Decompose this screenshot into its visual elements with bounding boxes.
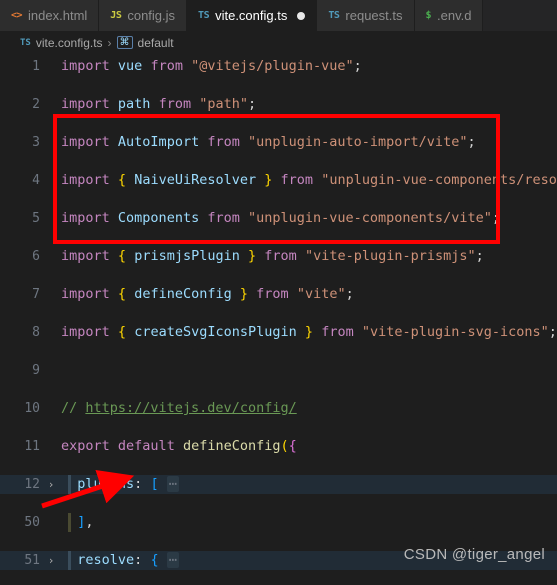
line-number: 1 bbox=[32, 59, 40, 74]
code-line: 5 import Components from "unplugin-vue-c… bbox=[0, 209, 557, 228]
unsaved-changes-dot-icon[interactable] bbox=[297, 11, 306, 20]
code-line-folded: 51 › resolve: { ⋯ bbox=[0, 551, 557, 570]
line-number: 4 bbox=[32, 173, 40, 188]
typescript-file-icon: TS bbox=[328, 10, 340, 21]
symbol-icon: ⌘ bbox=[116, 36, 133, 49]
chevron-right-icon: › bbox=[107, 35, 112, 50]
line-content[interactable]: import { NaiveUiResolver } from "unplugi… bbox=[61, 171, 557, 190]
line-number: 51 bbox=[24, 553, 40, 568]
line-number: 2 bbox=[32, 97, 40, 112]
tab-env-d[interactable]: $ .env.d bbox=[414, 0, 484, 31]
code-line: 7 import { defineConfig } from "vite"; bbox=[0, 285, 557, 304]
line-number: 3 bbox=[32, 135, 40, 150]
code-line: 11 export default defineConfig({ bbox=[0, 437, 557, 456]
tab-label: .env.d bbox=[437, 8, 472, 23]
tab-vite-config-ts[interactable]: TS vite.config.ts bbox=[187, 0, 318, 31]
editor-tab-bar: <> index.html JS config.js TS vite.confi… bbox=[0, 0, 557, 31]
line-number: 9 bbox=[32, 363, 40, 378]
code-line: 6 import { prismjsPlugin } from "vite-pl… bbox=[0, 247, 557, 266]
code-line: 4 import { NaiveUiResolver } from "unplu… bbox=[0, 171, 557, 190]
code-line: 8 import { createSvgIconsPlugin } from "… bbox=[0, 323, 557, 342]
fold-chevron-right-icon[interactable]: › bbox=[45, 551, 57, 570]
code-editor[interactable]: 1 import vue from "@vitejs/plugin-vue"; … bbox=[0, 54, 557, 585]
line-number: 12 bbox=[24, 477, 40, 492]
tab-label: vite.config.ts bbox=[215, 8, 288, 23]
line-number: 11 bbox=[24, 439, 40, 454]
code-line: 3 import AutoImport from "unplugin-auto-… bbox=[0, 133, 557, 152]
tab-label: request.ts bbox=[345, 8, 403, 23]
typescript-file-icon: TS bbox=[20, 37, 31, 48]
tab-label: config.js bbox=[127, 8, 176, 23]
code-line-folded: 12 › plugins: [ ⋯ bbox=[0, 475, 557, 494]
tab-label: index.html bbox=[28, 8, 88, 23]
javascript-file-icon: JS bbox=[110, 10, 122, 21]
line-content[interactable]: import Components from "unplugin-vue-com… bbox=[61, 209, 557, 228]
breadcrumb-file[interactable]: vite.config.ts bbox=[36, 36, 103, 50]
line-content[interactable]: import { createSvgIconsPlugin } from "vi… bbox=[61, 323, 557, 342]
line-number: 10 bbox=[24, 401, 40, 416]
tab-request-ts[interactable]: TS request.ts bbox=[317, 0, 415, 31]
line-content[interactable]: import AutoImport from "unplugin-auto-im… bbox=[61, 133, 557, 152]
line-number: 8 bbox=[32, 325, 40, 340]
breadcrumb-symbol[interactable]: default bbox=[138, 36, 174, 50]
line-content[interactable]: // https://vitejs.dev/config/ bbox=[61, 399, 557, 418]
code-line: 9 bbox=[0, 361, 557, 380]
code-line: 2 import path from "path"; bbox=[0, 95, 557, 114]
typescript-file-icon: TS bbox=[198, 10, 210, 21]
line-content[interactable]: import vue from "@vitejs/plugin-vue"; bbox=[61, 57, 557, 76]
line-content[interactable]: plugins: [ ⋯ bbox=[61, 475, 557, 494]
line-number: 7 bbox=[32, 287, 40, 302]
breadcrumb: TS vite.config.ts › ⌘ default bbox=[0, 31, 557, 54]
line-content[interactable]: ], bbox=[61, 513, 557, 532]
tab-index-html[interactable]: <> index.html bbox=[0, 0, 100, 31]
tab-config-js[interactable]: JS config.js bbox=[99, 0, 188, 31]
fold-chevron-right-icon[interactable]: › bbox=[45, 475, 57, 494]
code-line: 50 ], bbox=[0, 513, 557, 532]
code-line: 1 import vue from "@vitejs/plugin-vue"; bbox=[0, 57, 557, 76]
env-file-icon: $ bbox=[425, 10, 432, 21]
line-number: 50 bbox=[24, 515, 40, 530]
line-content[interactable]: export default defineConfig({ bbox=[61, 437, 557, 456]
line-content[interactable]: import { defineConfig } from "vite"; bbox=[61, 285, 557, 304]
line-number: 6 bbox=[32, 249, 40, 264]
line-content[interactable]: import path from "path"; bbox=[61, 95, 557, 114]
line-number: 5 bbox=[32, 211, 40, 226]
html-file-icon: <> bbox=[11, 10, 23, 21]
line-content[interactable]: resolve: { ⋯ bbox=[61, 551, 557, 570]
code-line: 10 // https://vitejs.dev/config/ bbox=[0, 399, 557, 418]
line-content[interactable]: import { prismjsPlugin } from "vite-plug… bbox=[61, 247, 557, 266]
